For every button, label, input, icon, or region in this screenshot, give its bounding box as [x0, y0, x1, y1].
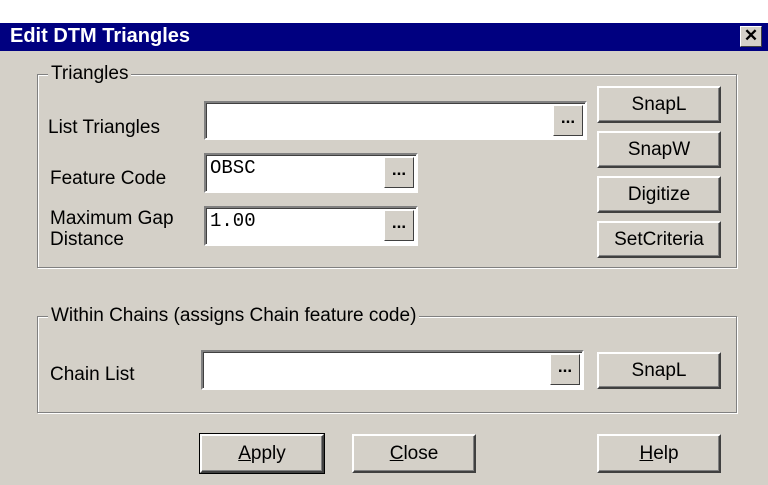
list-triangles-input[interactable]: ...: [204, 101, 587, 140]
help-mnemonic: H: [639, 443, 654, 464]
snapl-triangles-button[interactable]: SnapL: [597, 86, 721, 123]
close-button[interactable]: Close: [352, 434, 476, 473]
snapl-chains-button[interactable]: SnapL: [597, 352, 721, 389]
snapw-button[interactable]: SnapW: [597, 131, 721, 168]
help-label-rest: elp: [653, 443, 679, 464]
title-bar[interactable]: Edit DTM Triangles ✕: [0, 23, 768, 51]
setcriteria-button[interactable]: SetCriteria: [597, 221, 721, 258]
close-mnemonic: C: [389, 443, 404, 464]
feature-code-label: Feature Code: [50, 168, 167, 189]
feature-code-browse-button[interactable]: ...: [384, 157, 414, 188]
max-gap-distance-value: 1.00: [210, 210, 256, 232]
digitize-button[interactable]: Digitize: [597, 176, 721, 213]
max-gap-distance-input[interactable]: 1.00 ...: [204, 206, 418, 246]
window-title: Edit DTM Triangles: [10, 25, 191, 47]
triangles-group-legend: Triangles: [48, 63, 132, 85]
edit-dtm-triangles-dialog: Edit DTM Triangles ✕ Triangles List Tria…: [0, 0, 768, 485]
apply-mnemonic: A: [238, 443, 251, 464]
chain-list-label: Chain List: [50, 364, 135, 385]
chain-list-browse-button[interactable]: ...: [550, 354, 580, 385]
max-gap-label-line1: Maximum Gap: [50, 208, 174, 229]
close-label-rest: lose: [403, 443, 439, 464]
dialog-body: Triangles List Triangles ... Feature Cod…: [0, 51, 768, 485]
help-button[interactable]: Help: [597, 434, 721, 473]
list-triangles-label: List Triangles: [48, 117, 160, 138]
feature-code-value: OBSC: [210, 157, 256, 179]
feature-code-input[interactable]: OBSC ...: [204, 153, 418, 193]
within-chains-group-legend: Within Chains (assigns Chain feature cod…: [48, 305, 420, 327]
max-gap-browse-button[interactable]: ...: [384, 210, 414, 241]
list-triangles-browse-button[interactable]: ...: [553, 105, 583, 136]
apply-button[interactable]: Apply: [199, 433, 325, 474]
max-gap-label-line2: Distance: [50, 229, 124, 250]
close-icon[interactable]: ✕: [740, 26, 762, 47]
chain-list-input[interactable]: ...: [201, 350, 584, 390]
apply-label-rest: pply: [250, 443, 286, 464]
